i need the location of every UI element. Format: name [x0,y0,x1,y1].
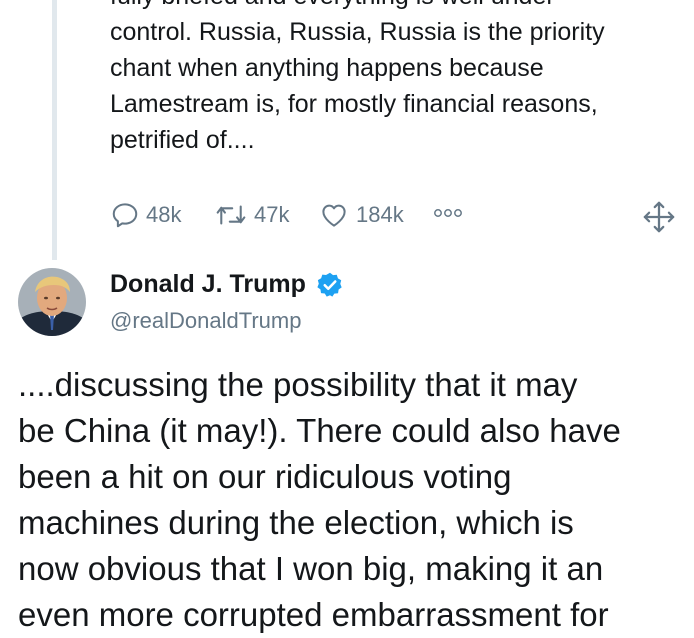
retweet-button[interactable]: 47k [214,200,289,230]
retweet-count: 47k [254,202,290,227]
prev-line-3: chant when anything happens because [110,54,544,82]
tweet-line-6: even more corrupted embarrassment for [18,596,609,633]
thread-connector-line [52,0,57,260]
avatar-photo [18,268,86,336]
author-name-row[interactable]: Donald J. Trump [110,270,344,299]
prev-line-5: petrified of.... [110,126,255,154]
expand-icon [643,201,675,233]
author-name[interactable]: Donald J. Trump [110,270,306,299]
more-icon [434,209,462,217]
prev-line-4: Lamestream is, for mostly financial reas… [110,90,598,118]
like-count: 184k [356,202,404,227]
avatar[interactable] [18,268,86,336]
tweet-text: ....discussing the possibility that it m… [18,362,692,638]
prev-line-1: fully briefed and everything is well und… [110,0,555,10]
previous-tweet-actions: 48k 47k 184k [110,200,680,234]
reply-icon [112,203,138,228]
tweet-line-2: be China (it may!). There could also hav… [18,412,621,449]
prev-line-2: control. Russia, Russia, Russia is the p… [110,18,605,46]
more-button[interactable] [432,206,464,220]
retweet-icon [216,205,246,225]
author-handle[interactable]: @realDonaldTrump [110,308,301,334]
expand-button[interactable] [642,200,676,234]
like-button[interactable]: 184k [318,200,404,230]
previous-tweet-text: fully briefed and everything is well und… [110,0,690,158]
reply-count: 48k [146,202,182,227]
tweet-line-5: now obvious that I won big, making it an [18,550,604,587]
verified-badge-icon [317,272,342,297]
tweet-line-3: been a hit on our ridiculous voting [18,458,512,495]
like-icon [322,204,346,227]
tweet-line-1: ....discussing the possibility that it m… [18,366,578,403]
tweet-line-4: machines during the election, which is [18,504,574,541]
reply-button[interactable]: 48k [110,200,181,230]
